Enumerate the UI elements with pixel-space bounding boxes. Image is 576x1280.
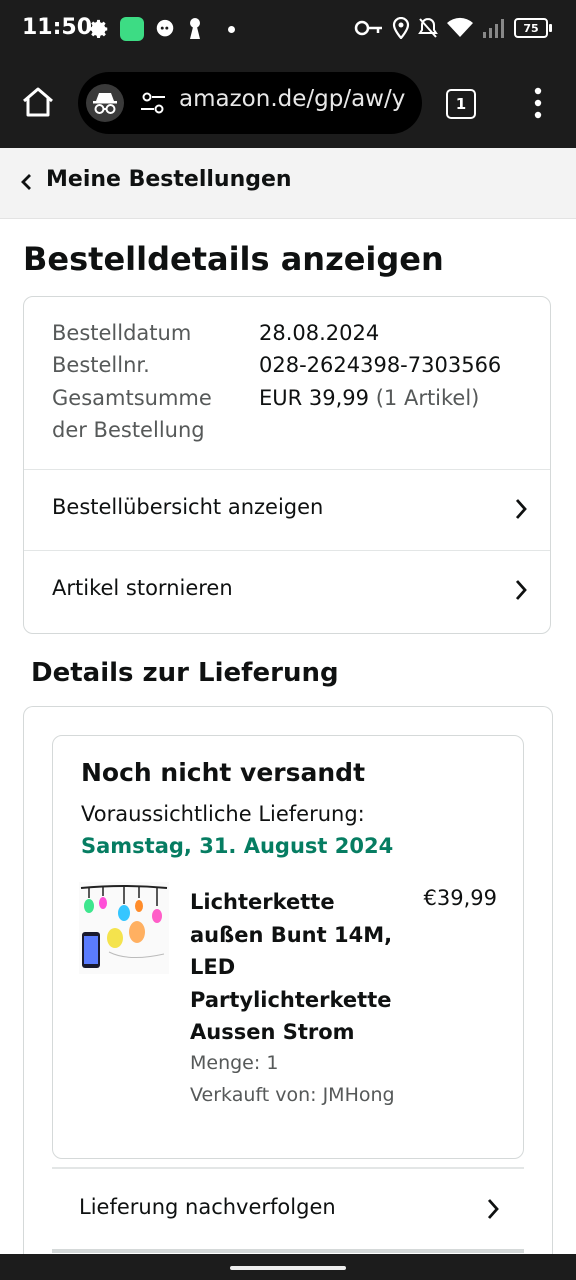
cancel-items-label[interactable]: Artikel stornieren	[52, 576, 233, 600]
product-thumbnail[interactable]	[79, 882, 169, 974]
home-gesture-handle[interactable]	[230, 1266, 346, 1270]
notifications-off-icon	[418, 17, 438, 38]
product-price: €39,99	[423, 886, 497, 910]
order-number-value: 028-2624398-7303566	[259, 353, 502, 377]
shipment-status: Noch nicht versandt	[81, 758, 366, 787]
order-number-label: Bestellnr.	[52, 353, 150, 377]
order-item-count: (1 Artikel)	[375, 386, 480, 410]
order-total-label: Gesamtsumme	[52, 386, 212, 410]
home-icon[interactable]	[20, 84, 56, 120]
product-seller: Verkauft von: JMHong	[190, 1084, 395, 1106]
order-total-amount: EUR 39,99	[259, 386, 370, 410]
delivery-card: Noch nicht versandt Voraussichtliche Lie…	[23, 706, 553, 1266]
navigation-bar	[0, 1254, 576, 1280]
system-icons: 75	[354, 17, 552, 39]
order-info-card: Bestelldatum 28.08.2024 Bestellnr. 028-2…	[23, 296, 551, 634]
page-title: Bestelldetails anzeigen	[23, 240, 444, 278]
url-text[interactable]: amazon.de/gp/aw/y	[179, 86, 415, 112]
chevron-left-icon	[21, 174, 31, 190]
back-label[interactable]: Meine Bestellungen	[46, 167, 292, 192]
dot-icon	[228, 25, 235, 33]
address-bar[interactable]: amazon.de/gp/aw/y	[78, 72, 422, 134]
divider	[52, 1249, 524, 1253]
product-quantity: Menge: 1	[190, 1052, 279, 1074]
clock: 11:50	[22, 15, 93, 40]
cancel-items-link[interactable]: Artikel stornieren	[24, 550, 550, 631]
chat-icon	[156, 19, 174, 37]
order-total-label-line2: der Bestellung	[52, 418, 205, 442]
overflow-menu-icon[interactable]	[528, 86, 548, 120]
battery-icon: 75	[514, 18, 552, 38]
view-order-summary-link[interactable]: Bestellübersicht anzeigen	[24, 469, 550, 550]
eta-date: Samstag, 31. August 2024	[81, 834, 394, 858]
battery-level: 75	[523, 21, 539, 35]
wifi-icon	[447, 17, 473, 37]
order-date-label: Bestelldatum	[52, 321, 192, 345]
status-bar: 11:50 75	[0, 0, 576, 60]
incognito-icon[interactable]	[86, 84, 124, 122]
back-to-orders-link[interactable]: Meine Bestellungen	[0, 148, 576, 219]
key-icon	[354, 20, 382, 36]
shipment-box: Noch nicht versandt Voraussichtliche Lie…	[52, 735, 524, 1159]
notification-icons	[88, 17, 235, 41]
site-settings-icon[interactable]	[140, 92, 166, 114]
browser-toolbar: amazon.de/gp/aw/y 1	[0, 60, 576, 148]
product-title[interactable]: Lichterkette außen Bunt 14M, LED Partyli…	[190, 886, 400, 1049]
order-total-value: EUR 39,99 (1 Artikel)	[259, 386, 479, 410]
view-order-summary-label[interactable]: Bestellübersicht anzeigen	[52, 495, 323, 519]
tab-switcher-button[interactable]: 1	[446, 89, 476, 119]
gear-icon	[89, 19, 108, 38]
chevron-right-icon	[487, 1199, 499, 1219]
chevron-right-icon	[515, 499, 527, 519]
chevron-right-icon	[515, 580, 527, 600]
app-icon	[120, 17, 144, 41]
track-package-link[interactable]: Lieferung nachverfolgen	[52, 1167, 524, 1251]
location-icon	[392, 17, 410, 39]
signal-icon	[483, 19, 504, 38]
keyhole-icon	[190, 18, 200, 39]
order-date-value: 28.08.2024	[259, 321, 380, 345]
eta-label: Voraussichtliche Lieferung:	[81, 802, 365, 826]
track-package-label[interactable]: Lieferung nachverfolgen	[79, 1195, 336, 1219]
delivery-section-title: Details zur Lieferung	[31, 658, 339, 688]
